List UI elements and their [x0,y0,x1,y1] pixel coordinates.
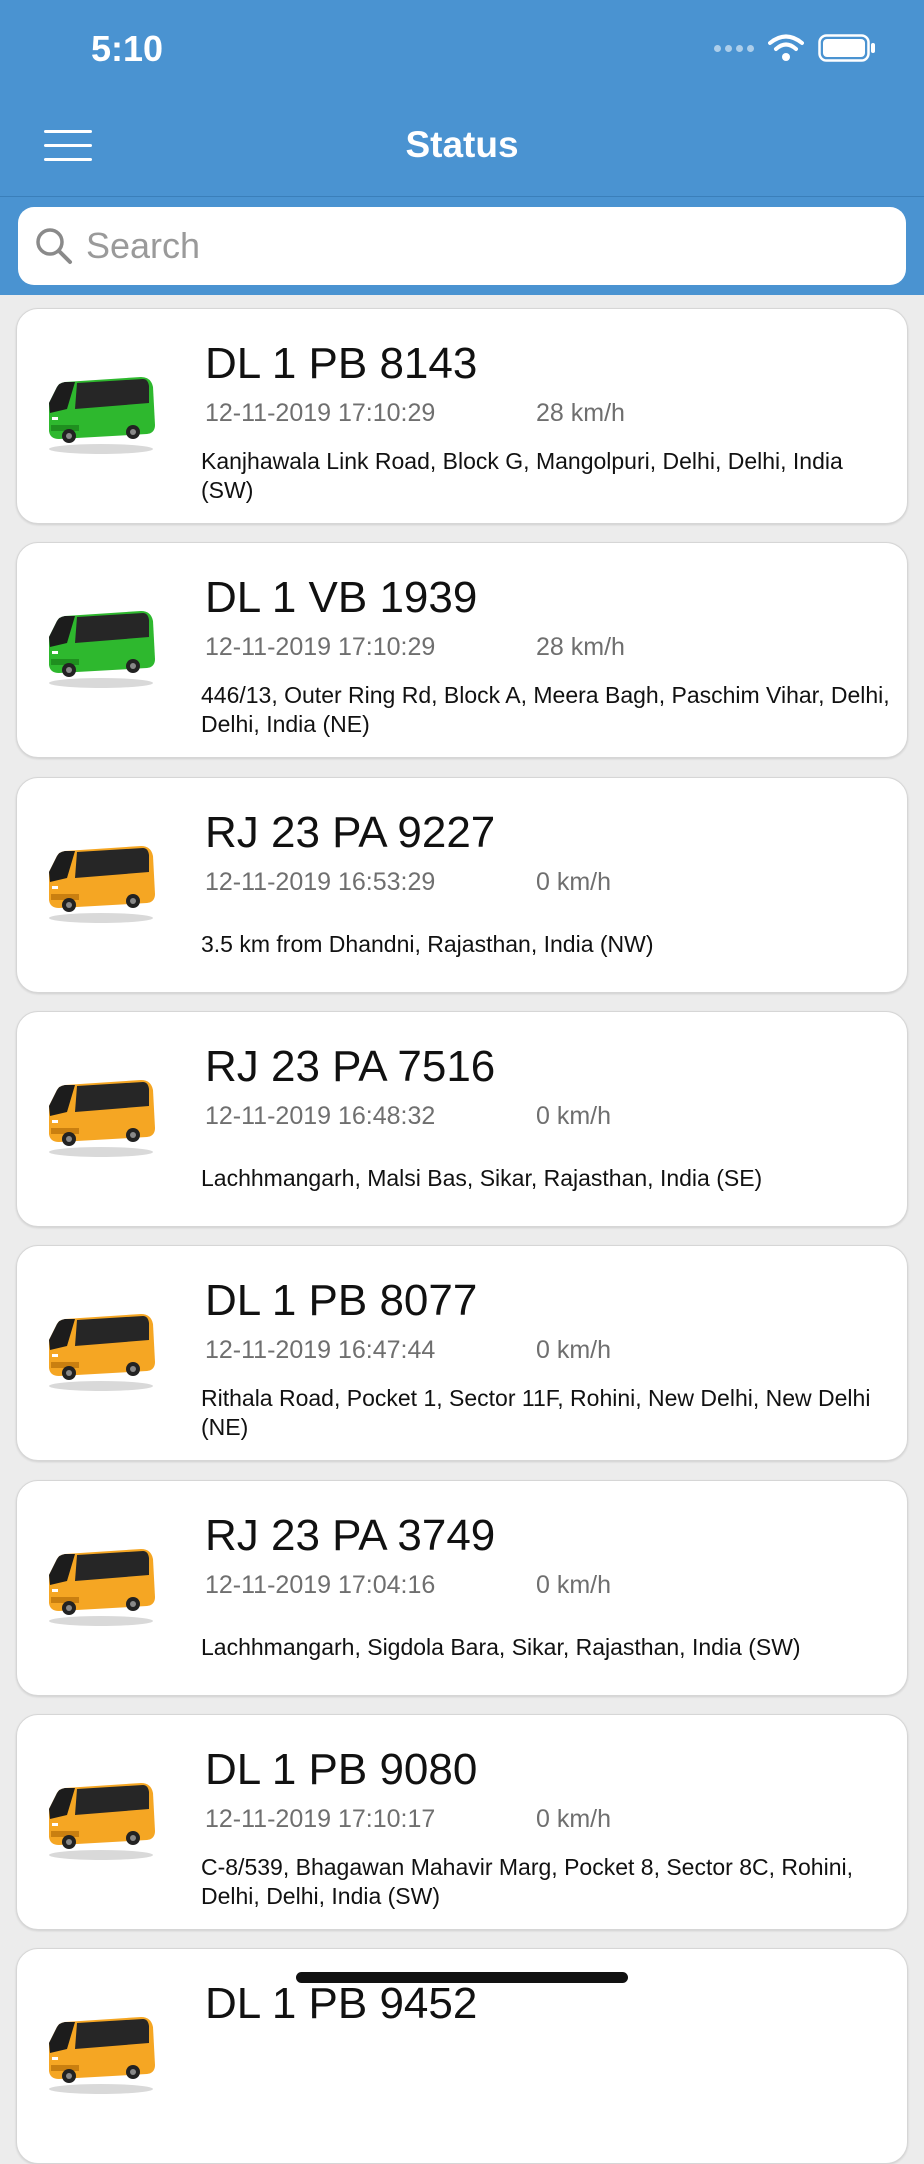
vehicle-card[interactable]: DL 1 VB 1939 12-11-2019 17:10:29 28 km/h 44… [16,542,908,759]
vehicle-timestamp: 12-11-2019 17:10:29 [205,399,436,427]
battery-icon [818,34,875,62]
vehicle-card[interactable]: RJ 23 PA 3749 12-11-2019 17:04:16 0 km/h La… [16,1479,908,1696]
vehicle-plate: RJ 23 PA 3749 [205,1510,496,1560]
vehicle-timestamp: 12-11-2019 16:47:44 [205,1336,436,1365]
vehicle-address: Lachhmangarh, Sigdola Bara, Sikar, Rajas… [201,1633,801,1660]
vehicle-speed: 28 km/h [536,399,625,427]
bus-orange-icon [41,2009,161,2099]
vehicle-address: Kanjhawala Link Road, Block G, Mangolpur… [201,448,843,503]
vehicle-plate: RJ 23 PA 7516 [205,1041,496,1091]
vehicle-speed: 28 km/h [536,633,625,662]
bus-orange-icon [41,1072,161,1162]
status-bar-icons [714,34,876,62]
vehicle-plate: DL 1 PB 8143 [205,339,478,388]
vehicle-timestamp: 12-11-2019 17:10:17 [205,1804,436,1833]
vehicle-speed: 0 km/h [536,1101,612,1130]
vehicle-plate: DL 1 PB 8077 [205,1276,478,1326]
vehicle-speed: 0 km/h [536,1336,612,1365]
vehicle-address: Lachhmangarh, Malsi Bas, Sikar, Rajastha… [201,1164,763,1191]
vehicle-card[interactable]: RJ 23 PA 7516 12-11-2019 16:48:32 0 km/h La… [16,1010,908,1227]
vehicle-timestamp: 12-11-2019 16:53:29 [205,867,436,896]
vehicle-timestamp: 12-11-2019 16:48:32 [205,1101,436,1130]
bus-green-icon [41,603,161,693]
vehicle-address: C-8/539, Bhagawan Mahavir Marg, Pocket 8… [201,1853,853,1909]
cellular-signal-icon [714,44,754,52]
vehicle-speed: 0 km/h [536,1804,612,1833]
vehicle-timestamp: 12-11-2019 17:10:29 [205,633,436,662]
home-indicator [296,1972,628,1983]
search-bar-container [0,197,924,295]
vehicle-plate: RJ 23 PA 9227 [205,807,496,857]
vehicle-speed: 0 km/h [536,867,612,896]
status-bar-time: 5:10 [91,28,164,69]
search-icon [36,228,72,264]
vehicle-timestamp: 12-11-2019 17:04:16 [205,1570,436,1599]
page-title: Status [405,124,519,165]
search-input[interactable] [84,224,888,268]
bus-orange-icon [41,838,161,928]
bus-orange-icon [41,1541,161,1631]
search-box[interactable] [18,207,906,285]
vehicle-plate: DL 1 PB 9080 [205,1744,478,1794]
vehicle-card[interactable]: DL 1 PB 8077 12-11-2019 16:47:44 0 km/h Rit… [16,1245,908,1462]
vehicle-address: Rithala Road, Pocket 1, Sector 11F, Rohi… [201,1385,871,1441]
vehicle-card[interactable]: DL 1 PB 9080 12-11-2019 17:10:17 0 km/h C-8… [16,1713,908,1930]
wifi-icon [768,34,804,61]
vehicle-address: 3.5 km from Dhandni, Rajasthan, India (N… [201,930,654,957]
bus-orange-icon [41,1306,161,1396]
bus-green-icon [41,369,161,459]
nav-header: 5:10 Status [0,0,924,197]
vehicle-card[interactable]: RJ 23 PA 9227 12-11-2019 16:53:29 0 km/h 3.… [16,776,908,993]
bus-orange-icon [41,1775,161,1865]
vehicle-card[interactable]: DL 1 PB 8143 12-11-2019 17:10:29 28 km/h Ka… [16,308,908,524]
vehicle-plate: DL 1 VB 1939 [205,573,478,623]
vehicle-address: 446/13, Outer Ring Rd, Block A, Meera Ba… [201,682,890,738]
vehicle-plate: DL 1 PB 9452 [205,1979,478,2029]
vehicle-speed: 0 km/h [536,1570,612,1599]
